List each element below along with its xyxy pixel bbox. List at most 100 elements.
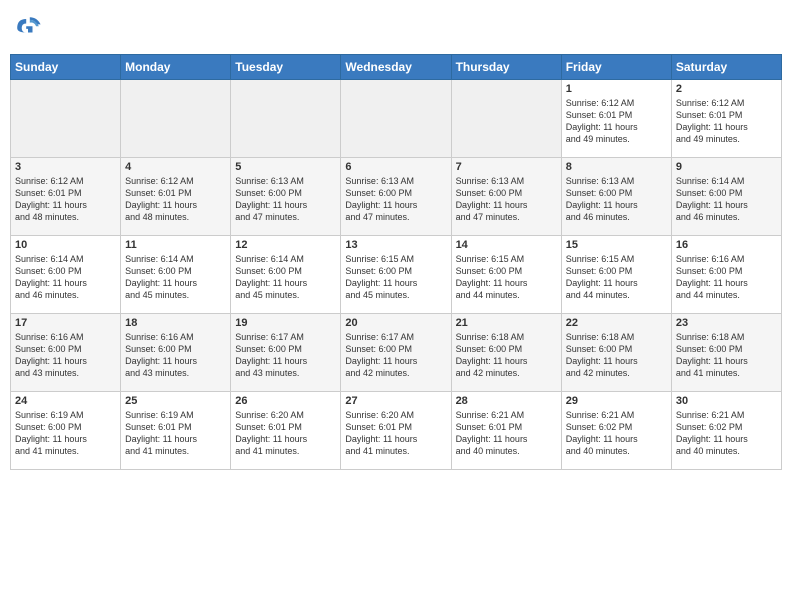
day-info: Sunrise: 6:18 AM Sunset: 6:00 PM Dayligh… <box>566 331 667 380</box>
day-info: Sunrise: 6:17 AM Sunset: 6:00 PM Dayligh… <box>345 331 446 380</box>
day-info: Sunrise: 6:20 AM Sunset: 6:01 PM Dayligh… <box>235 409 336 458</box>
day-info: Sunrise: 6:15 AM Sunset: 6:00 PM Dayligh… <box>456 253 557 302</box>
day-number: 16 <box>676 239 777 251</box>
calendar: SundayMondayTuesdayWednesdayThursdayFrid… <box>10 54 782 470</box>
day-number: 24 <box>15 395 116 407</box>
calendar-header: SundayMondayTuesdayWednesdayThursdayFrid… <box>11 55 782 80</box>
day-number: 4 <box>125 161 226 173</box>
day-number: 21 <box>456 317 557 329</box>
day-info: Sunrise: 6:13 AM Sunset: 6:00 PM Dayligh… <box>345 175 446 224</box>
day-cell <box>11 80 121 158</box>
day-cell: 13 Sunrise: 6:15 AM Sunset: 6:00 PM Dayli… <box>341 236 451 314</box>
day-number: 29 <box>566 395 667 407</box>
day-info: Sunrise: 6:16 AM Sunset: 6:00 PM Dayligh… <box>125 331 226 380</box>
day-number: 11 <box>125 239 226 251</box>
day-cell: 29Sunrise: 6:21 AM Sunset: 6:02 PM Dayli… <box>561 392 671 470</box>
day-cell: 10Sunrise: 6:14 AM Sunset: 6:00 PM Dayli… <box>11 236 121 314</box>
day-cell: 11 Sunrise: 6:14 AM Sunset: 6:00 PM Dayli… <box>121 236 231 314</box>
day-cell: 23 Sunrise: 6:18 AM Sunset: 6:00 PM Dayli… <box>671 314 781 392</box>
week-row-3: 10Sunrise: 6:14 AM Sunset: 6:00 PM Dayli… <box>11 236 782 314</box>
day-cell: 21 Sunrise: 6:18 AM Sunset: 6:00 PM Dayli… <box>451 314 561 392</box>
day-header-thursday: Thursday <box>451 55 561 80</box>
day-header-wednesday: Wednesday <box>341 55 451 80</box>
day-info: Sunrise: 6:16 AM Sunset: 6:00 PM Dayligh… <box>676 253 777 302</box>
day-info: Sunrise: 6:12 AM Sunset: 6:01 PM Dayligh… <box>15 175 116 224</box>
day-cell: 15 Sunrise: 6:15 AM Sunset: 6:00 PM Dayli… <box>561 236 671 314</box>
day-number: 19 <box>235 317 336 329</box>
day-cell: 3Sunrise: 6:12 AM Sunset: 6:01 PM Daylig… <box>11 158 121 236</box>
logo <box>10 10 50 46</box>
day-info: Sunrise: 6:16 AM Sunset: 6:00 PM Dayligh… <box>15 331 116 380</box>
day-header-tuesday: Tuesday <box>231 55 341 80</box>
day-cell <box>451 80 561 158</box>
day-info: Sunrise: 6:18 AM Sunset: 6:00 PM Dayligh… <box>676 331 777 380</box>
day-number: 18 <box>125 317 226 329</box>
day-number: 9 <box>676 161 777 173</box>
week-row-5: 24 Sunrise: 6:19 AM Sunset: 6:00 PM Dayli… <box>11 392 782 470</box>
day-number: 15 <box>566 239 667 251</box>
day-number: 7 <box>456 161 557 173</box>
day-info: Sunrise: 6:17 AM Sunset: 6:00 PM Dayligh… <box>235 331 336 380</box>
day-cell: 30Sunrise: 6:21 AM Sunset: 6:02 PM Dayli… <box>671 392 781 470</box>
day-number: 8 <box>566 161 667 173</box>
calendar-body: 1Sunrise: 6:12 AM Sunset: 6:01 PM Daylig… <box>11 80 782 470</box>
day-number: 5 <box>235 161 336 173</box>
day-cell <box>121 80 231 158</box>
day-info: Sunrise: 6:13 AM Sunset: 6:00 PM Dayligh… <box>235 175 336 224</box>
day-number: 22 <box>566 317 667 329</box>
week-row-2: 3Sunrise: 6:12 AM Sunset: 6:01 PM Daylig… <box>11 158 782 236</box>
day-cell: 1Sunrise: 6:12 AM Sunset: 6:01 PM Daylig… <box>561 80 671 158</box>
logo-icon <box>10 10 46 46</box>
day-cell <box>341 80 451 158</box>
header-row: SundayMondayTuesdayWednesdayThursdayFrid… <box>11 55 782 80</box>
day-info: Sunrise: 6:14 AM Sunset: 6:00 PM Dayligh… <box>125 253 226 302</box>
day-cell: 17 Sunrise: 6:16 AM Sunset: 6:00 PM Dayli… <box>11 314 121 392</box>
day-number: 14 <box>456 239 557 251</box>
day-number: 27 <box>345 395 446 407</box>
day-info: Sunrise: 6:15 AM Sunset: 6:00 PM Dayligh… <box>566 253 667 302</box>
day-header-sunday: Sunday <box>11 55 121 80</box>
day-cell: 4Sunrise: 6:12 AM Sunset: 6:01 PM Daylig… <box>121 158 231 236</box>
day-cell: 22 Sunrise: 6:18 AM Sunset: 6:00 PM Dayli… <box>561 314 671 392</box>
day-cell: 12Sunrise: 6:14 AM Sunset: 6:00 PM Dayli… <box>231 236 341 314</box>
day-header-monday: Monday <box>121 55 231 80</box>
week-row-1: 1Sunrise: 6:12 AM Sunset: 6:01 PM Daylig… <box>11 80 782 158</box>
day-number: 26 <box>235 395 336 407</box>
day-info: Sunrise: 6:21 AM Sunset: 6:01 PM Dayligh… <box>456 409 557 458</box>
day-cell: 16 Sunrise: 6:16 AM Sunset: 6:00 PM Dayli… <box>671 236 781 314</box>
day-number: 20 <box>345 317 446 329</box>
day-number: 6 <box>345 161 446 173</box>
day-info: Sunrise: 6:13 AM Sunset: 6:00 PM Dayligh… <box>566 175 667 224</box>
day-info: Sunrise: 6:14 AM Sunset: 6:00 PM Dayligh… <box>235 253 336 302</box>
day-info: Sunrise: 6:20 AM Sunset: 6:01 PM Dayligh… <box>345 409 446 458</box>
header <box>10 10 782 46</box>
day-info: Sunrise: 6:18 AM Sunset: 6:00 PM Dayligh… <box>456 331 557 380</box>
day-number: 13 <box>345 239 446 251</box>
day-cell: 14 Sunrise: 6:15 AM Sunset: 6:00 PM Dayli… <box>451 236 561 314</box>
day-info: Sunrise: 6:14 AM Sunset: 6:00 PM Dayligh… <box>676 175 777 224</box>
day-cell: 2Sunrise: 6:12 AM Sunset: 6:01 PM Daylig… <box>671 80 781 158</box>
day-cell: 18 Sunrise: 6:16 AM Sunset: 6:00 PM Dayli… <box>121 314 231 392</box>
day-info: Sunrise: 6:19 AM Sunset: 6:01 PM Dayligh… <box>125 409 226 458</box>
day-info: Sunrise: 6:19 AM Sunset: 6:00 PM Dayligh… <box>15 409 116 458</box>
day-cell: 27 Sunrise: 6:20 AM Sunset: 6:01 PM Dayli… <box>341 392 451 470</box>
day-info: Sunrise: 6:21 AM Sunset: 6:02 PM Dayligh… <box>676 409 777 458</box>
day-cell: 8 Sunrise: 6:13 AM Sunset: 6:00 PM Daylig… <box>561 158 671 236</box>
day-cell: 26 Sunrise: 6:20 AM Sunset: 6:01 PM Dayli… <box>231 392 341 470</box>
page: SundayMondayTuesdayWednesdayThursdayFrid… <box>0 0 792 612</box>
day-info: Sunrise: 6:14 AM Sunset: 6:00 PM Dayligh… <box>15 253 116 302</box>
day-cell: 25Sunrise: 6:19 AM Sunset: 6:01 PM Dayli… <box>121 392 231 470</box>
day-info: Sunrise: 6:15 AM Sunset: 6:00 PM Dayligh… <box>345 253 446 302</box>
day-number: 2 <box>676 83 777 95</box>
day-header-saturday: Saturday <box>671 55 781 80</box>
day-number: 28 <box>456 395 557 407</box>
day-cell: 6 Sunrise: 6:13 AM Sunset: 6:00 PM Daylig… <box>341 158 451 236</box>
day-cell: 19 Sunrise: 6:17 AM Sunset: 6:00 PM Dayli… <box>231 314 341 392</box>
day-number: 23 <box>676 317 777 329</box>
day-info: Sunrise: 6:13 AM Sunset: 6:00 PM Dayligh… <box>456 175 557 224</box>
day-cell: 9 Sunrise: 6:14 AM Sunset: 6:00 PM Daylig… <box>671 158 781 236</box>
day-number: 17 <box>15 317 116 329</box>
day-cell: 28 Sunrise: 6:21 AM Sunset: 6:01 PM Dayli… <box>451 392 561 470</box>
day-info: Sunrise: 6:12 AM Sunset: 6:01 PM Dayligh… <box>566 97 667 146</box>
week-row-4: 17 Sunrise: 6:16 AM Sunset: 6:00 PM Dayli… <box>11 314 782 392</box>
